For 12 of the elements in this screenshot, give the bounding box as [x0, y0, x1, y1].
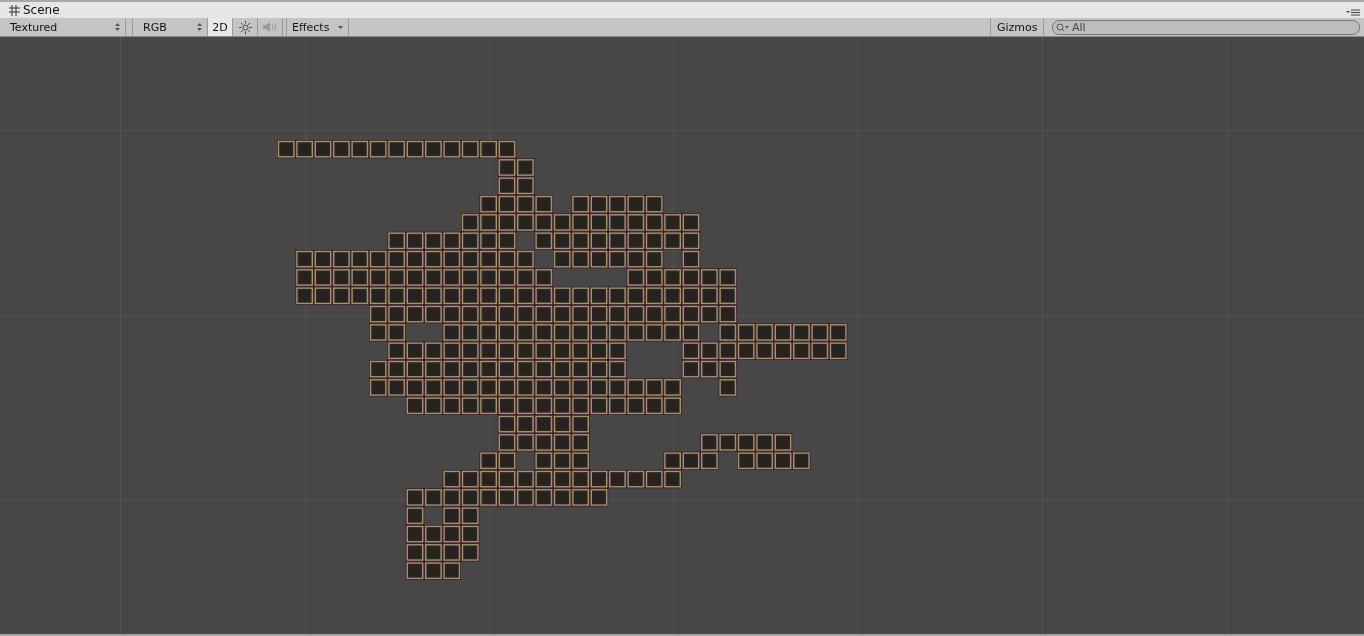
search-icon [1056, 23, 1069, 32]
search-field[interactable]: All [1052, 20, 1360, 35]
draw-mode-dropdown[interactable]: Textured [0, 18, 126, 36]
window-title: Scene [23, 3, 60, 17]
up-down-arrows-icon [115, 23, 120, 31]
caret-icon [338, 25, 344, 29]
menu-icon[interactable] [1346, 8, 1360, 16]
2d-toggle[interactable]: 2D [208, 18, 233, 36]
grid-icon [9, 4, 20, 16]
gizmos-dropdown[interactable]: Gizmos [990, 18, 1044, 36]
up-down-arrows-icon [197, 23, 202, 31]
effects-dropdown[interactable]: Effects [286, 18, 350, 36]
